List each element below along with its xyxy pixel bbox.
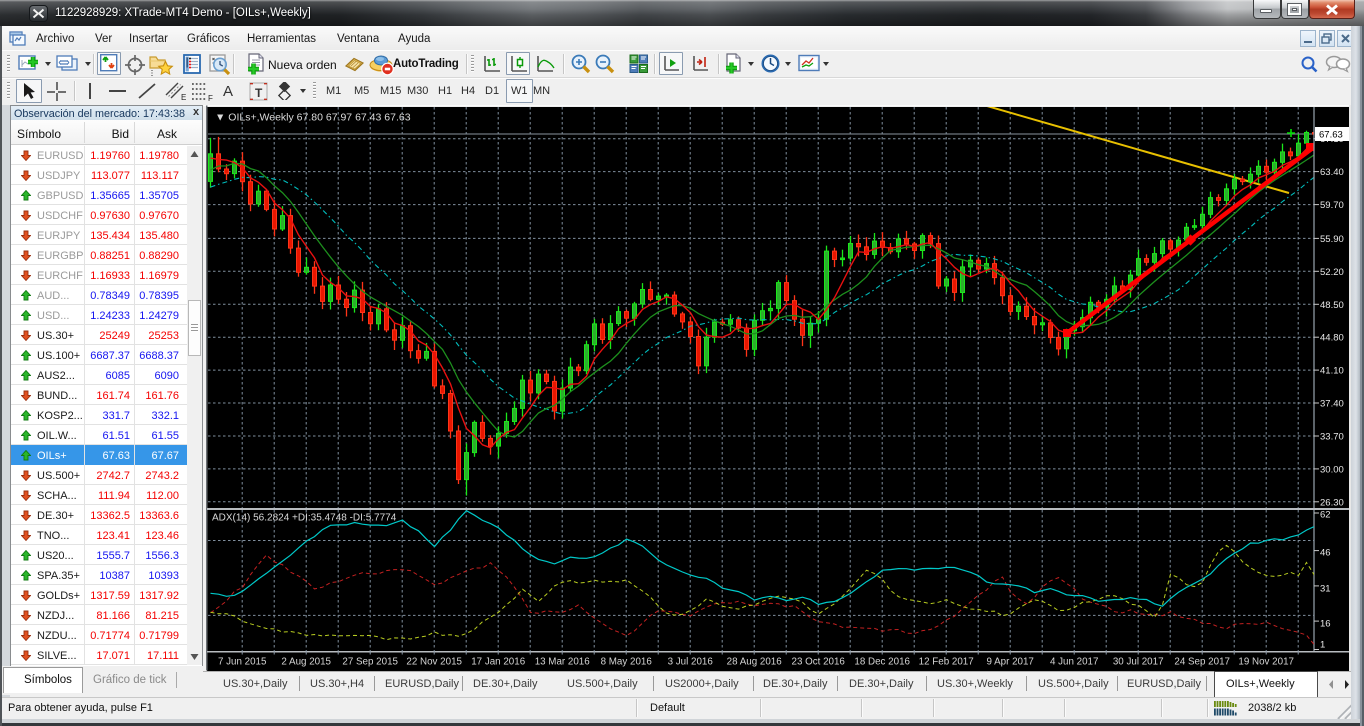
svg-text:24 Sep 2017: 24 Sep 2017	[1174, 657, 1230, 668]
svg-text:48.50: 48.50	[1320, 300, 1344, 311]
svg-text:23 Oct 2016: 23 Oct 2016	[792, 657, 846, 668]
svg-text:12 Feb 2017: 12 Feb 2017	[919, 657, 974, 668]
svg-text:19 Nov 2017: 19 Nov 2017	[1238, 657, 1294, 668]
svg-text:13 Mar 2016: 13 Mar 2016	[535, 657, 591, 668]
svg-text:2 Aug 2015: 2 Aug 2015	[281, 657, 331, 668]
svg-text:ADX(14) 56.2824 +DI:35.4748 -D: ADX(14) 56.2824 +DI:35.4748 -DI:5.7774	[212, 513, 397, 524]
svg-text:28 Aug 2016: 28 Aug 2016	[727, 657, 783, 668]
svg-text:31: 31	[1320, 584, 1331, 595]
svg-text:46: 46	[1320, 548, 1331, 559]
svg-text:27 Sep 2015: 27 Sep 2015	[342, 657, 398, 668]
svg-text:3 Jul 2016: 3 Jul 2016	[668, 657, 714, 668]
svg-text:67.63: 67.63	[1319, 130, 1343, 141]
svg-text:7 Jun 2015: 7 Jun 2015	[218, 657, 267, 668]
svg-text:33.70: 33.70	[1320, 432, 1344, 443]
svg-text:1: 1	[1320, 640, 1325, 651]
svg-text:E: E	[181, 93, 186, 102]
svg-text:44.80: 44.80	[1320, 333, 1344, 344]
svg-text:18 Dec 2016: 18 Dec 2016	[854, 657, 910, 668]
svg-text:52.20: 52.20	[1320, 267, 1344, 278]
svg-text:63.40: 63.40	[1320, 167, 1344, 178]
svg-text:37.40: 37.40	[1320, 399, 1344, 410]
svg-text:26.30: 26.30	[1320, 497, 1344, 508]
svg-text:59.70: 59.70	[1320, 200, 1344, 211]
svg-text:F: F	[208, 94, 213, 102]
svg-text:62: 62	[1320, 510, 1331, 521]
svg-text:8 May 2016: 8 May 2016	[601, 657, 653, 668]
svg-text:16: 16	[1320, 619, 1331, 630]
svg-text:4 Jun 2017: 4 Jun 2017	[1050, 657, 1098, 668]
svg-text:30.00: 30.00	[1320, 464, 1344, 475]
svg-text:T: T	[255, 86, 263, 100]
svg-text:55.90: 55.90	[1320, 234, 1344, 245]
svg-text:41.10: 41.10	[1320, 366, 1344, 377]
svg-text:30 Jul 2017: 30 Jul 2017	[1113, 657, 1164, 668]
svg-text:17 Jan 2016: 17 Jan 2016	[471, 657, 525, 668]
svg-text:22 Nov 2015: 22 Nov 2015	[406, 657, 462, 668]
svg-text:9 Apr 2017: 9 Apr 2017	[986, 657, 1033, 668]
svg-text:▼ OILs+,Weekly 67.80 67.97 67: ▼ OILs+,Weekly 67.80 67.97 67.43 67.63	[215, 112, 411, 124]
